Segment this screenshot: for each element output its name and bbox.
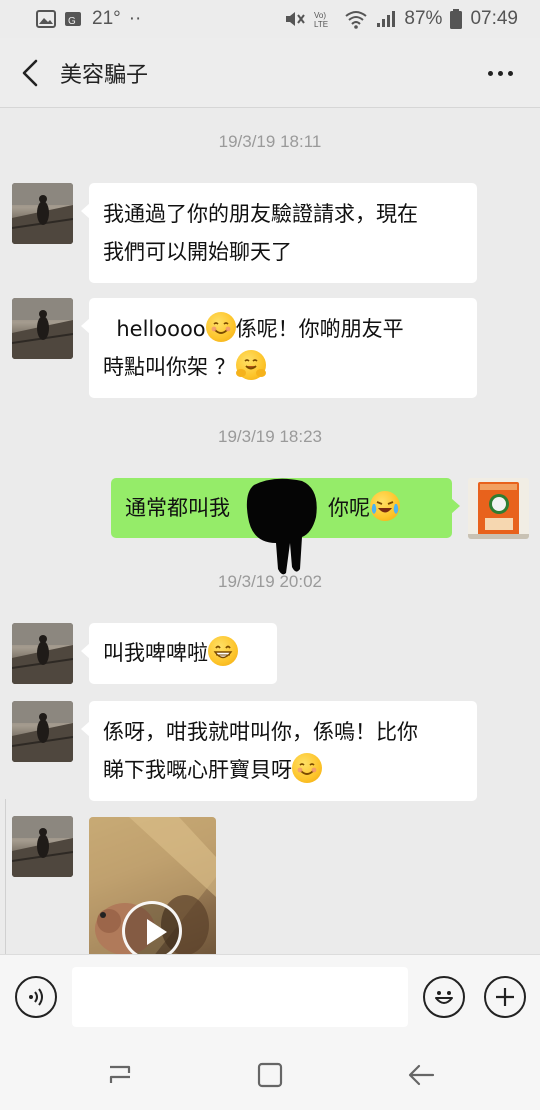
- timestamp: 19/3/19 18:11: [218, 132, 322, 151]
- redaction-mark: [246, 478, 317, 575]
- contact-avatar[interactable]: [12, 816, 73, 877]
- grinning-face-emoji: [208, 636, 238, 666]
- svg-text:Vo): Vo): [314, 11, 326, 20]
- voice-icon: [29, 988, 43, 1006]
- more-button[interactable]: [482, 60, 518, 86]
- message-line: 睇下我嘅心肝寶貝呀: [103, 751, 463, 789]
- video-message[interactable]: [89, 817, 216, 954]
- message-text: 通常都叫我: [125, 496, 230, 520]
- message-line: 我們可以開始聊天了: [103, 240, 292, 264]
- timestamp: 19/3/19 20:02: [218, 572, 322, 591]
- chat-header: 美容騙子: [0, 38, 540, 108]
- svg-text:LTE: LTE: [314, 20, 328, 29]
- volte-icon: Vo) LTE: [314, 9, 336, 29]
- battery-percent: 87%: [404, 8, 443, 29]
- gallery-icon: [36, 10, 56, 28]
- status-left: G 21° ··: [36, 8, 141, 30]
- smiling-face-emoji: [292, 753, 322, 783]
- battery-icon: [450, 9, 463, 29]
- tears-of-joy-emoji: [370, 491, 400, 521]
- contact-avatar[interactable]: [12, 623, 73, 684]
- navigation-bar: [0, 1040, 540, 1110]
- back-icon: [408, 1064, 435, 1086]
- more-dots-icon: [507, 70, 513, 76]
- smiling-face-emoji: [205, 312, 236, 342]
- message-line: 我通過了你的朋友驗證請求，現在: [103, 202, 418, 226]
- input-bar: [0, 954, 540, 1040]
- emoji-button[interactable]: [423, 976, 465, 1018]
- wifi-icon: [344, 9, 368, 29]
- clock: 07:49: [470, 8, 518, 29]
- status-right: Vo) LTE 87% 07:49: [284, 8, 518, 30]
- plus-button[interactable]: [484, 976, 526, 1018]
- system-back-button[interactable]: [404, 1058, 438, 1092]
- contact-avatar[interactable]: [12, 298, 73, 359]
- message-line: 係呀，咁我就咁叫你，係嗚！比你: [103, 720, 418, 744]
- location-icon: G: [64, 9, 84, 29]
- status-bar: G 21° ·· Vo) LTE 87% 07:49: [0, 0, 540, 38]
- chat-area[interactable]: 19/3/19 18:11 我通過了你的朋友驗證請求，現在 我們可以開始聊天了 …: [0, 109, 540, 954]
- plus-icon: [496, 988, 514, 1006]
- more-dots-icon: [497, 70, 503, 76]
- message-text: 時點叫你架 ？: [103, 355, 236, 379]
- contact-avatar[interactable]: [12, 701, 73, 762]
- message-input[interactable]: [72, 967, 408, 1027]
- svg-text:G: G: [68, 16, 76, 27]
- message-line: 叫我啤啤啦: [103, 634, 263, 672]
- user-avatar[interactable]: [468, 478, 529, 539]
- message-text: 係呢！你啲朋友平: [235, 317, 404, 341]
- scroll-edge: [0, 799, 6, 954]
- message-bubble[interactable]: 係呀，咁我就咁叫你，係嗚！比你 睇下我嘅心肝寶貝呀: [81, 701, 477, 801]
- voice-button[interactable]: [15, 976, 57, 1018]
- message-line: 時點叫你架 ？: [103, 348, 463, 386]
- contact-avatar[interactable]: [12, 183, 73, 244]
- message-bubble[interactable]: 我通過了你的朋友驗證請求，現在 我們可以開始聊天了: [81, 183, 477, 283]
- timestamp: 19/3/19 18:23: [218, 427, 322, 446]
- play-icon[interactable]: [122, 901, 182, 954]
- notification-dots: ··: [128, 8, 142, 29]
- message-bubble[interactable]: 叫我啤啤啦: [81, 623, 277, 684]
- more-dots-icon: [487, 70, 493, 76]
- message-text: helloooo: [116, 317, 206, 341]
- temperature: 21°: [92, 8, 121, 29]
- message-text: 睇下我嘅心肝寶貝呀: [103, 758, 292, 782]
- chat-title: 美容騙子: [60, 62, 149, 88]
- home-icon: [257, 1062, 283, 1088]
- hugging-face-emoji: [235, 350, 266, 380]
- message-text: 叫我啤啤啦: [103, 641, 208, 665]
- chevron-left-icon: [22, 59, 38, 86]
- emoji-icon: [435, 991, 453, 1004]
- home-button[interactable]: [253, 1058, 287, 1092]
- message-line: helloooo 係呢！你啲朋友平: [103, 310, 463, 348]
- recent-apps-button[interactable]: [103, 1058, 137, 1092]
- signal-icon: [376, 10, 396, 28]
- message-bubble[interactable]: helloooo 係呢！你啲朋友平 時點叫你架 ？: [81, 298, 477, 398]
- back-button[interactable]: [0, 38, 60, 108]
- recent-apps-icon: [109, 1065, 131, 1083]
- mute-icon: [284, 9, 306, 29]
